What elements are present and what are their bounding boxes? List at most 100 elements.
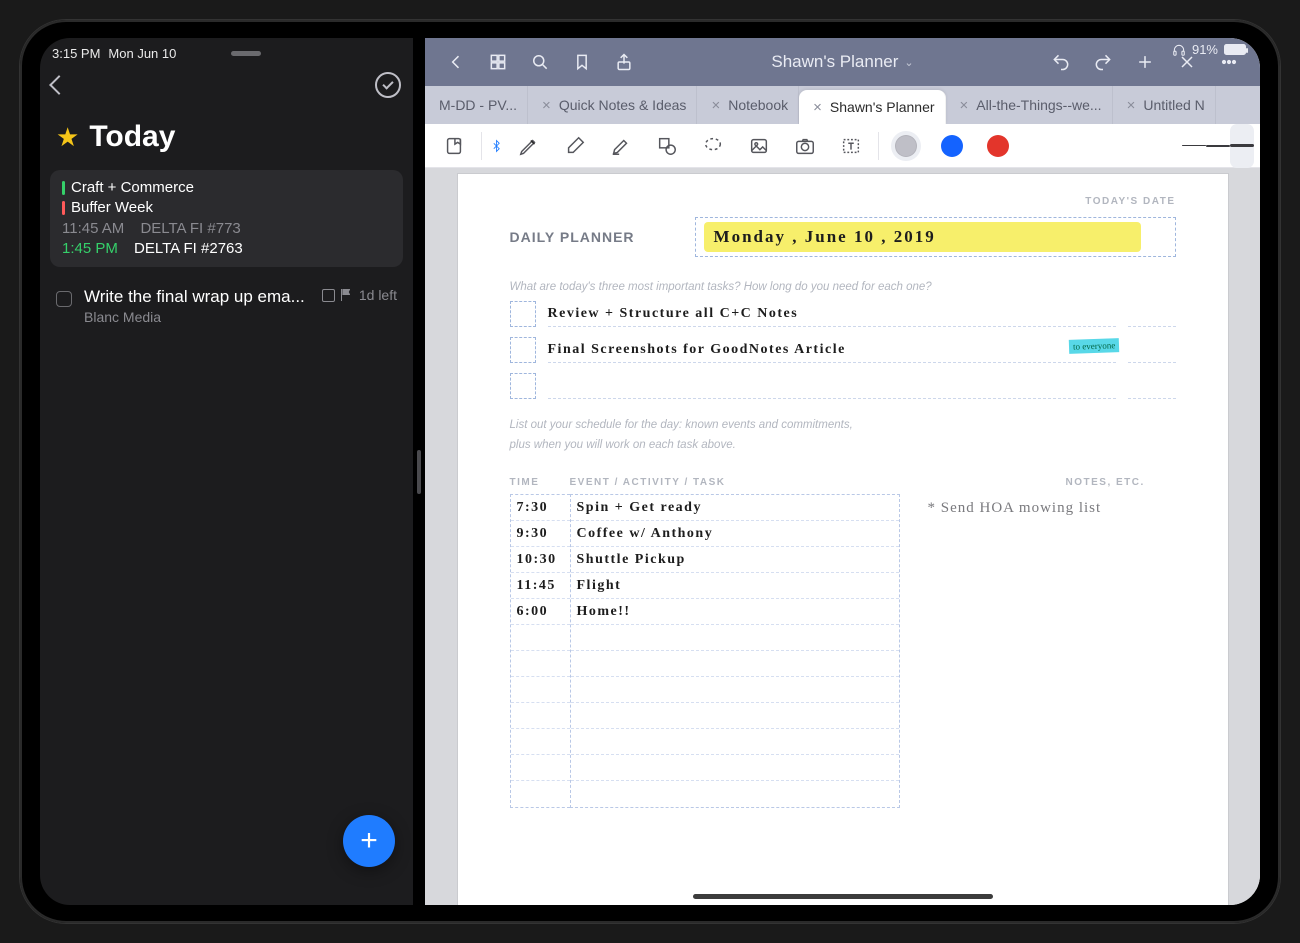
goodnotes-toolbar: Shawn's Planner ⌄: [425, 38, 1260, 86]
task-checkbox[interactable]: [56, 291, 72, 307]
sched-time: 9:30: [511, 521, 570, 547]
eraser-tool-icon[interactable]: [552, 124, 598, 168]
important-task-row: Final Screenshots for GoodNotes Article t…: [510, 337, 1176, 363]
task-title: Write the final wrap up ema...: [84, 287, 310, 307]
bluetooth-icon[interactable]: [486, 124, 506, 168]
sched-event: Coffee w/ Anthony: [571, 521, 899, 547]
close-tab-icon[interactable]: ×: [542, 97, 551, 114]
ipad-frame: 3:15 PM Mon Jun 10 ★ Today Craft + Comme…: [20, 20, 1280, 923]
event-title: DELTA FI #2763: [134, 239, 243, 259]
planner-page: TODAY'S DATE DAILY PLANNER Monday , June…: [458, 174, 1228, 905]
home-indicator[interactable]: [693, 894, 993, 899]
col-notes: NOTES, ETC.: [1026, 477, 1176, 488]
status-date: Mon Jun 10: [108, 46, 176, 61]
separator: [878, 132, 879, 160]
color-blue[interactable]: [929, 124, 975, 168]
page-title: Today: [89, 120, 175, 154]
task-row[interactable]: Write the final wrap up ema... Blanc Med…: [40, 273, 413, 339]
add-task-button[interactable]: +: [343, 815, 395, 867]
screen: 3:15 PM Mon Jun 10 ★ Today Craft + Comme…: [40, 38, 1260, 905]
stroke-thick[interactable]: [1230, 124, 1254, 168]
schedule-grid: 7:30 9:30 10:30 11:45 6:00 Spin + Get re…: [510, 494, 1176, 808]
lasso-tool-icon[interactable]: [690, 124, 736, 168]
note-canvas[interactable]: TODAY'S DATE DAILY PLANNER Monday , June…: [425, 168, 1260, 905]
right-app-goodnotes: 91% Shawn's Planner ⌄: [425, 38, 1260, 905]
stroke-thin[interactable]: [1182, 124, 1206, 168]
date-field: Monday , June 10 , 2019: [695, 217, 1176, 257]
document-title[interactable]: Shawn's Planner ⌄: [649, 52, 1036, 72]
todays-date-label: TODAY'S DATE: [510, 196, 1176, 207]
share-icon[interactable]: [603, 38, 645, 86]
calendar-events-card[interactable]: Craft + Commerce Buffer Week 11:45 AM DE…: [50, 170, 403, 267]
event-title: DELTA FI #773: [140, 219, 240, 239]
schedule-prompt: List out your schedule for the day: know…: [510, 419, 1176, 431]
battery-percent: 91%: [1192, 42, 1218, 57]
camera-tool-icon[interactable]: [782, 124, 828, 168]
tab-item[interactable]: M-DD - PV...: [425, 86, 528, 124]
text-tool-icon[interactable]: [828, 124, 874, 168]
task-checkbox: [510, 373, 536, 399]
search-icon[interactable]: [519, 38, 561, 86]
event-title: Buffer Week: [71, 198, 153, 218]
status-time: 3:15 PM: [52, 46, 100, 61]
today-header: ★ Today: [40, 106, 413, 164]
tasks-prompt: What are today's three most important ta…: [510, 281, 1176, 293]
bookmark-icon[interactable]: [561, 38, 603, 86]
tab-item[interactable]: ×All-the-Things--we...: [946, 86, 1113, 124]
stroke-med[interactable]: [1206, 124, 1230, 168]
schedule-prompt: plus when you will work on each task abo…: [510, 439, 1176, 451]
headphones-icon: [1172, 43, 1186, 57]
event-color-bar: [62, 181, 65, 195]
thumbnails-icon[interactable]: [477, 38, 519, 86]
sched-event: Flight: [571, 573, 899, 599]
multitask-pill[interactable]: [231, 51, 261, 56]
close-tab-icon[interactable]: ×: [711, 97, 720, 114]
event-color-bar: [62, 201, 65, 215]
col-time: TIME: [510, 477, 570, 488]
sticky-annotation: to everyone: [1069, 338, 1120, 354]
left-app-things: 3:15 PM Mon Jun 10 ★ Today Craft + Comme…: [40, 38, 413, 905]
tab-item[interactable]: ×Notebook: [697, 86, 799, 124]
tab-item[interactable]: ×Quick Notes & Ideas: [528, 86, 697, 124]
close-tab-icon[interactable]: ×: [813, 99, 822, 116]
left-nav-bar: [40, 64, 413, 106]
important-task-row: Review + Structure all C+C Notes: [510, 301, 1176, 327]
task-checkbox: [510, 337, 536, 363]
event-title: Craft + Commerce: [71, 178, 194, 198]
back-icon[interactable]: [49, 75, 69, 95]
sched-time: 11:45: [511, 573, 570, 599]
event-time: 11:45 AM: [62, 219, 124, 239]
tab-item-active[interactable]: ×Shawn's Planner: [799, 90, 945, 124]
color-grey[interactable]: [883, 124, 929, 168]
flag-icon: [341, 289, 353, 301]
highlighter-tool-icon[interactable]: [598, 124, 644, 168]
pen-tool-icon[interactable]: [506, 124, 552, 168]
color-red[interactable]: [975, 124, 1021, 168]
status-bar-left: 3:15 PM Mon Jun 10: [40, 38, 413, 64]
add-page-icon[interactable]: [1124, 38, 1166, 86]
schedule-header: TIME EVENT / ACTIVITY / TASK NOTES, ETC.: [510, 477, 1176, 488]
image-tool-icon[interactable]: [736, 124, 782, 168]
task-deadline: 1d left: [359, 287, 397, 303]
close-tab-icon[interactable]: ×: [1127, 97, 1136, 114]
tab-bar: M-DD - PV... ×Quick Notes & Ideas ×Noteb…: [425, 86, 1260, 124]
duration-box: [1128, 373, 1176, 399]
redo-icon[interactable]: [1082, 38, 1124, 86]
shape-tool-icon[interactable]: [644, 124, 690, 168]
tab-item[interactable]: ×Untitled N: [1113, 86, 1216, 124]
handwritten-task: Final Screenshots for GoodNotes Article: [548, 342, 846, 358]
battery-icon: [1224, 44, 1246, 55]
show-completed-icon[interactable]: [375, 72, 401, 98]
undo-icon[interactable]: [1040, 38, 1082, 86]
event-time: 1:45 PM: [62, 239, 118, 259]
duration-box: [1128, 337, 1176, 363]
duration-box: [1128, 301, 1176, 327]
split-view-handle[interactable]: [413, 38, 425, 905]
sched-time: 10:30: [511, 547, 570, 573]
side-note: * Send HOA mowing list: [900, 494, 1102, 808]
note-icon: [322, 289, 335, 302]
close-tab-icon[interactable]: ×: [960, 97, 969, 114]
read-mode-icon[interactable]: [431, 124, 477, 168]
col-event: EVENT / ACTIVITY / TASK: [570, 477, 1026, 488]
back-icon[interactable]: [435, 38, 477, 86]
